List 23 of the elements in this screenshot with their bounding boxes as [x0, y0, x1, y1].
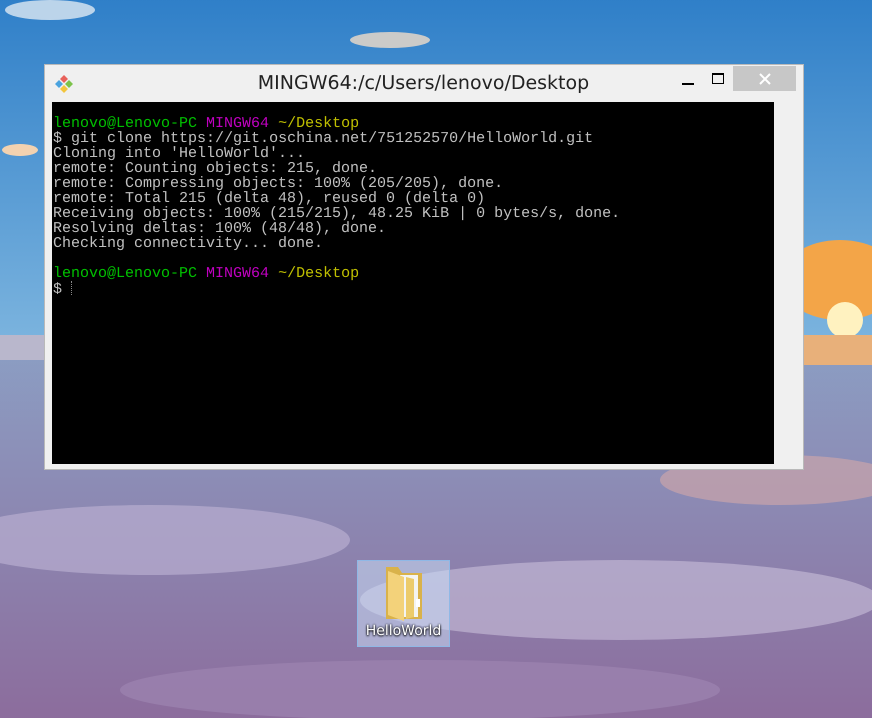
prompt-symbol: $ [53, 130, 62, 147]
output-line: Resolving deltas: 100% (48/48), done. [53, 220, 386, 237]
output-line: Receiving objects: 100% (215/215), 48.25 KiB | 0 bytes/s, done. [53, 205, 620, 222]
output-line: remote: Counting objects: 215, done. [53, 160, 378, 177]
output-line: Checking connectivity... done. [53, 235, 324, 252]
diamond-icon [54, 74, 74, 94]
maximize-icon [711, 72, 725, 86]
prompt-host: MINGW64 [206, 265, 270, 282]
command-text: git clone https://git.oschina.net/751252570/HelloWorld.git [71, 130, 594, 147]
output-line: remote: Compressing objects: 100% (205/205), done. [53, 175, 504, 192]
window-title: MINGW64:/c/Users/lenovo/Desktop [256, 72, 590, 94]
close-icon [758, 72, 770, 84]
prompt-user: lenovo@Lenovo-PC [53, 265, 198, 282]
prompt-host: MINGW64 [206, 115, 270, 132]
prompt-path: ~/Desktop [278, 115, 360, 132]
output-line: remote: Total 215 (delta 48), reused 0 (delta 0) [53, 190, 486, 207]
output-line: Cloning into 'HelloWorld'... [53, 145, 306, 162]
minimize-icon [682, 82, 694, 84]
prompt-symbol: $ [53, 281, 62, 298]
prompt-path: ~/Desktop [278, 265, 360, 282]
desktop-folder[interactable]: HelloWorld [357, 560, 450, 647]
prompt-user: lenovo@Lenovo-PC [53, 115, 198, 132]
folder-label: HelloWorld [366, 623, 442, 639]
